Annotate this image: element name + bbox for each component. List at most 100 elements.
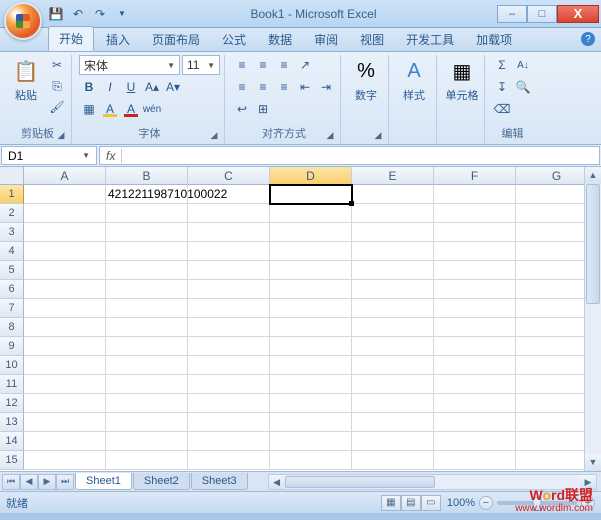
launcher-icon[interactable]: ◢ [55, 130, 67, 142]
view-normal-icon[interactable]: ▦ [381, 495, 401, 511]
paste-button[interactable]: 📋 粘贴 [8, 55, 44, 103]
cell[interactable] [24, 204, 106, 223]
cell[interactable] [24, 394, 106, 413]
cell[interactable] [24, 432, 106, 451]
cell[interactable] [106, 394, 188, 413]
maximize-button[interactable]: □ [527, 5, 557, 23]
cell[interactable] [24, 261, 106, 280]
phonetic-icon[interactable]: wén [142, 99, 162, 119]
worksheet-grid[interactable]: ABCDEFG 14212211987101000222345678910111… [0, 167, 601, 471]
align-right-icon[interactable]: ≡ [274, 77, 294, 97]
orientation-icon[interactable]: ↗ [295, 55, 315, 75]
cell[interactable] [434, 185, 516, 204]
italic-button[interactable]: I [100, 77, 120, 97]
row-header[interactable]: 1 [0, 185, 24, 204]
cell[interactable] [434, 204, 516, 223]
cell[interactable] [270, 204, 352, 223]
zoom-label[interactable]: 100% [447, 497, 475, 509]
cell[interactable] [24, 356, 106, 375]
zoom-out-button[interactable]: − [479, 496, 493, 510]
row-header[interactable]: 5 [0, 261, 24, 280]
cell[interactable] [352, 318, 434, 337]
cell[interactable] [270, 337, 352, 356]
cell[interactable] [270, 223, 352, 242]
cell[interactable] [434, 242, 516, 261]
fx-icon[interactable]: fx [100, 149, 122, 163]
tab-addins[interactable]: 加载项 [466, 28, 522, 51]
fill-color-icon[interactable]: A [100, 99, 120, 119]
cell[interactable] [188, 280, 270, 299]
cell[interactable] [352, 204, 434, 223]
column-header[interactable]: D [270, 167, 352, 185]
cell[interactable] [270, 261, 352, 280]
styles-button[interactable]: A 样式 [396, 55, 432, 103]
cell[interactable] [106, 280, 188, 299]
row-header[interactable]: 2 [0, 204, 24, 223]
view-pagebreak-icon[interactable]: ▭ [421, 495, 441, 511]
save-icon[interactable]: 💾 [48, 6, 64, 22]
sort-filter-icon[interactable]: A↓ [513, 55, 533, 75]
cell[interactable] [270, 242, 352, 261]
cell[interactable] [352, 356, 434, 375]
cell[interactable] [106, 204, 188, 223]
row-header[interactable]: 11 [0, 375, 24, 394]
column-header[interactable]: C [188, 167, 270, 185]
row-header[interactable]: 9 [0, 337, 24, 356]
cell[interactable] [270, 432, 352, 451]
formula-input[interactable] [122, 149, 599, 163]
cell[interactable] [352, 394, 434, 413]
cell[interactable] [188, 394, 270, 413]
launcher-icon[interactable]: ◢ [324, 130, 336, 142]
merge-center-icon[interactable]: ⊞ [253, 99, 273, 119]
cell[interactable] [106, 432, 188, 451]
border-icon[interactable]: ▦ [79, 99, 99, 119]
cell[interactable] [270, 299, 352, 318]
font-size-combo[interactable]: 11▼ [182, 55, 220, 75]
find-icon[interactable]: 🔍 [513, 77, 533, 97]
cell[interactable] [270, 451, 352, 470]
cell[interactable] [24, 223, 106, 242]
scroll-down-icon[interactable]: ▼ [585, 454, 601, 471]
cell[interactable] [188, 337, 270, 356]
cell[interactable] [106, 451, 188, 470]
cell[interactable] [434, 451, 516, 470]
cell[interactable] [352, 223, 434, 242]
qat-dropdown-icon[interactable]: ▼ [114, 6, 130, 22]
cell[interactable]: 421221198710100022 [106, 185, 188, 204]
align-center-icon[interactable]: ≡ [253, 77, 273, 97]
cell[interactable] [106, 356, 188, 375]
row-header[interactable]: 14 [0, 432, 24, 451]
select-all-corner[interactable] [0, 167, 24, 185]
cell[interactable] [188, 318, 270, 337]
cell[interactable] [352, 451, 434, 470]
font-name-combo[interactable]: 宋体▼ [79, 55, 180, 75]
sheet-tab-3[interactable]: Sheet3 [191, 473, 248, 490]
cell[interactable] [352, 337, 434, 356]
redo-icon[interactable]: ↷ [92, 6, 108, 22]
tab-home[interactable]: 开始 [48, 26, 94, 51]
shrink-font-icon[interactable]: A▾ [163, 77, 183, 97]
cell[interactable] [434, 356, 516, 375]
nav-first-icon[interactable]: ⏮ [2, 474, 20, 490]
row-header[interactable]: 4 [0, 242, 24, 261]
row-header[interactable]: 10 [0, 356, 24, 375]
cell[interactable] [434, 394, 516, 413]
cell[interactable] [434, 337, 516, 356]
cell[interactable] [188, 204, 270, 223]
launcher-icon[interactable]: ◢ [208, 130, 220, 142]
scroll-thumb[interactable] [586, 184, 600, 304]
cell[interactable] [106, 242, 188, 261]
cell[interactable] [352, 185, 434, 204]
cell[interactable] [352, 299, 434, 318]
launcher-icon[interactable]: ◢ [372, 130, 384, 142]
nav-next-icon[interactable]: ▶ [38, 474, 56, 490]
indent-increase-icon[interactable]: ⇥ [316, 77, 336, 97]
clear-icon[interactable]: ⌫ [492, 99, 512, 119]
row-header[interactable]: 8 [0, 318, 24, 337]
cell[interactable] [270, 413, 352, 432]
cell[interactable] [270, 356, 352, 375]
cell[interactable] [352, 375, 434, 394]
cell[interactable] [188, 223, 270, 242]
cell[interactable] [352, 413, 434, 432]
copy-icon[interactable]: ⎘ [47, 76, 67, 96]
